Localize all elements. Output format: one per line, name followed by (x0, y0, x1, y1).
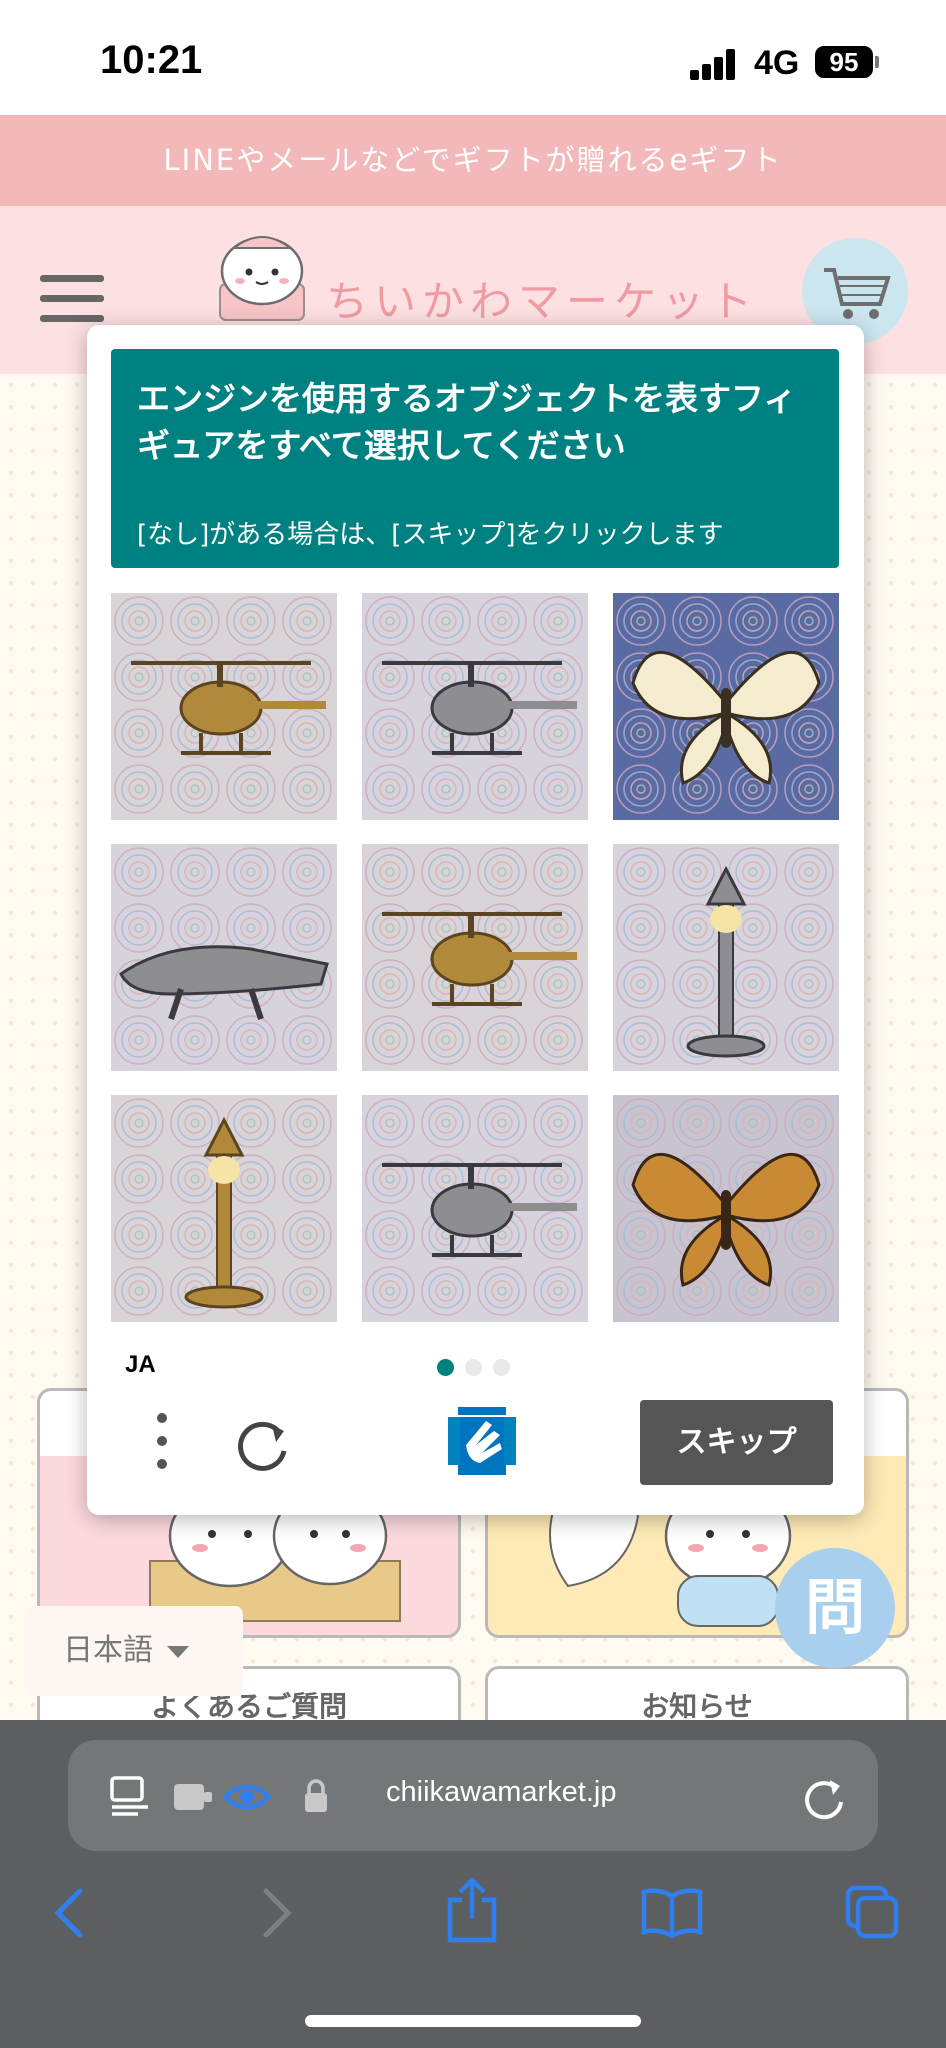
captcha-tile-helicopter[interactable] (362, 844, 588, 1071)
language-selector-label: 日本語 (63, 1633, 153, 1668)
more-options-icon[interactable] (147, 1413, 177, 1473)
refresh-icon[interactable] (232, 1415, 292, 1475)
helicopter-figure (111, 593, 337, 820)
captcha-tile-street-lamp[interactable] (613, 844, 839, 1071)
status-time: 10:21 (100, 38, 203, 82)
back-icon[interactable] (50, 1886, 90, 1940)
helicopter-figure (362, 1095, 588, 1322)
extension-icon[interactable] (172, 1780, 214, 1814)
captcha-tile-helicopter[interactable] (111, 593, 337, 820)
crocodile-figure (111, 844, 337, 1071)
captcha-prompt: エンジンを使用するオブジェクトを表すフィギュアをすべて選択してください [なし]… (111, 349, 839, 568)
home-indicator[interactable] (305, 2015, 641, 2027)
forward-icon[interactable] (256, 1886, 296, 1940)
skip-button[interactable]: スキップ (640, 1400, 833, 1485)
captcha-dialog: エンジンを使用するオブジェクトを表すフィギュアをすべて選択してください [なし]… (87, 325, 864, 1515)
captcha-tile-helicopter[interactable] (362, 593, 588, 820)
share-icon[interactable] (444, 1876, 500, 1944)
url-text[interactable]: chiikawamarket.jp (386, 1776, 616, 1809)
network-type: 4G (754, 44, 800, 82)
captcha-tile-butterfly[interactable] (613, 1095, 839, 1322)
captcha-title: エンジンを使用するオブジェクトを表すフィギュアをすべて選択してください (137, 379, 797, 465)
page-dot (437, 1359, 454, 1376)
gift-banner[interactable]: LINEやメールなどでギフトが贈れるeギフト (0, 115, 946, 206)
bookmarks-icon[interactable] (640, 1886, 704, 1938)
hamburger-menu-icon[interactable] (40, 275, 104, 325)
street-lamp-figure (111, 1095, 337, 1322)
battery-icon: 95 (815, 46, 879, 78)
captcha-page-dots (437, 1359, 521, 1380)
status-bar: 10:21 4G 95 (0, 0, 946, 115)
signal-icon (690, 48, 738, 80)
reload-icon[interactable] (800, 1774, 848, 1822)
news-card-title: お知らせ (641, 1690, 753, 1723)
butterfly-figure (613, 593, 839, 820)
caret-down-icon (167, 1645, 189, 1658)
helicopter-figure (362, 593, 588, 820)
captcha-tile-helicopter[interactable] (362, 1095, 588, 1322)
lock-icon (305, 1779, 327, 1812)
hcaptcha-logo-icon[interactable] (440, 1399, 524, 1483)
captcha-tile-crocodile[interactable] (111, 844, 337, 1071)
language-selector[interactable]: 日本語 (25, 1606, 243, 1696)
butterfly-figure (613, 1095, 839, 1322)
captcha-subtitle: [なし]がある場合は、[スキップ]をクリックします (137, 520, 724, 550)
street-lamp-figure (613, 844, 839, 1071)
mascot-logo-icon (219, 236, 305, 321)
page-dot (493, 1359, 510, 1376)
captcha-tile-butterfly[interactable] (613, 593, 839, 820)
reader-view-icon[interactable] (108, 1774, 152, 1818)
privacy-eye-icon[interactable] (222, 1780, 272, 1814)
helicopter-figure (362, 844, 588, 1071)
page-dot (465, 1359, 482, 1376)
chat-help-button[interactable]: 問 (775, 1548, 895, 1668)
site-logo-text[interactable]: ちいかわマーケット (326, 268, 758, 329)
tabs-icon[interactable] (844, 1884, 900, 1940)
captcha-language[interactable]: JA (125, 1351, 156, 1379)
captcha-tile-street-lamp[interactable] (111, 1095, 337, 1322)
